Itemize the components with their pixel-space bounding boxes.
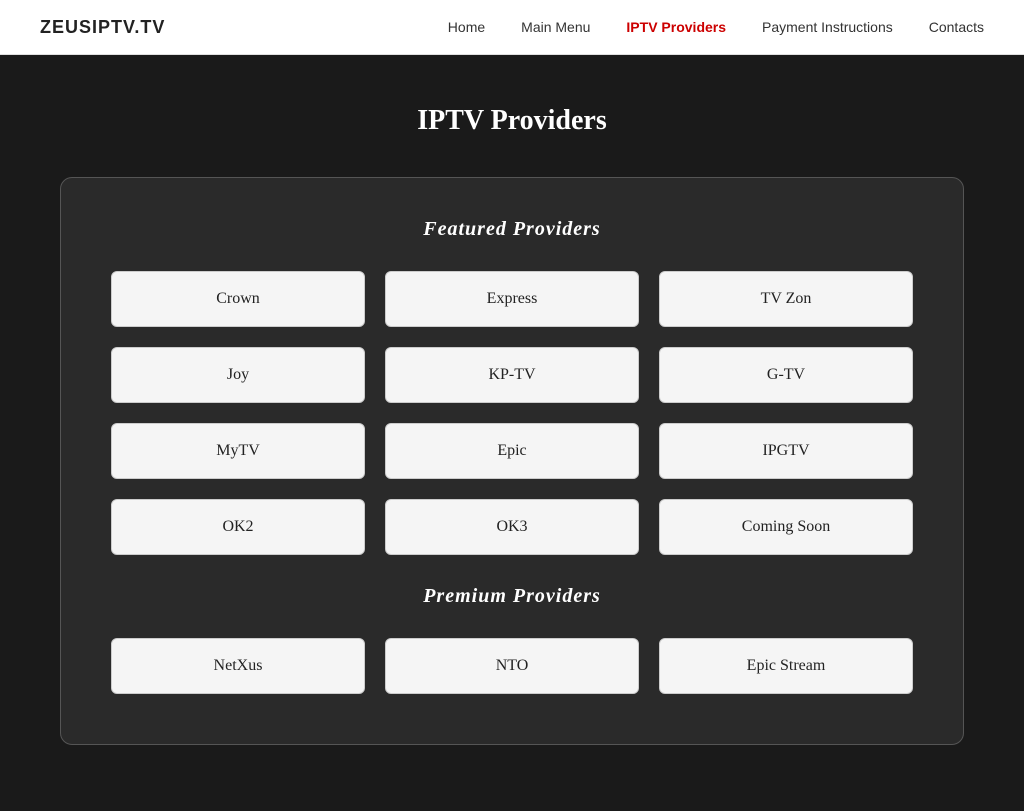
nav-iptv-providers[interactable]: IPTV Providers bbox=[626, 19, 726, 35]
premium-section-title: Premium Providers bbox=[111, 585, 913, 608]
nav-payment-instructions[interactable]: Payment Instructions bbox=[762, 19, 893, 35]
provider-gtv[interactable]: G-TV bbox=[659, 347, 913, 403]
premium-providers-grid: NetXus NTO Epic Stream bbox=[111, 638, 913, 694]
provider-kptv[interactable]: KP-TV bbox=[385, 347, 639, 403]
provider-ipgtv[interactable]: IPGTV bbox=[659, 423, 913, 479]
provider-netxus[interactable]: NetXus bbox=[111, 638, 365, 694]
provider-epic[interactable]: Epic bbox=[385, 423, 639, 479]
premium-section: Premium Providers NetXus NTO Epic Stream bbox=[111, 585, 913, 694]
provider-ok3[interactable]: OK3 bbox=[385, 499, 639, 555]
featured-providers-grid: Crown Express TV Zon Joy KP-TV G-TV MyTV… bbox=[111, 271, 913, 555]
provider-crown[interactable]: Crown bbox=[111, 271, 365, 327]
provider-nto[interactable]: NTO bbox=[385, 638, 639, 694]
site-logo: ZEUSIPTV.TV bbox=[40, 17, 165, 38]
provider-joy[interactable]: Joy bbox=[111, 347, 365, 403]
provider-ok2[interactable]: OK2 bbox=[111, 499, 365, 555]
providers-container: Featured Providers Crown Express TV Zon … bbox=[60, 177, 964, 745]
provider-epic-stream[interactable]: Epic Stream bbox=[659, 638, 913, 694]
page-title: IPTV Providers bbox=[60, 105, 964, 137]
provider-mytv[interactable]: MyTV bbox=[111, 423, 365, 479]
main-content: IPTV Providers Featured Providers Crown … bbox=[0, 55, 1024, 795]
featured-section-title: Featured Providers bbox=[111, 218, 913, 241]
provider-tvzon[interactable]: TV Zon bbox=[659, 271, 913, 327]
site-header: ZEUSIPTV.TV Home Main Menu IPTV Provider… bbox=[0, 0, 1024, 55]
nav-main-menu[interactable]: Main Menu bbox=[521, 19, 590, 35]
provider-express[interactable]: Express bbox=[385, 271, 639, 327]
nav-home[interactable]: Home bbox=[448, 19, 485, 35]
provider-coming-soon[interactable]: Coming Soon bbox=[659, 499, 913, 555]
main-nav: Home Main Menu IPTV Providers Payment In… bbox=[448, 19, 984, 35]
nav-contacts[interactable]: Contacts bbox=[929, 19, 984, 35]
